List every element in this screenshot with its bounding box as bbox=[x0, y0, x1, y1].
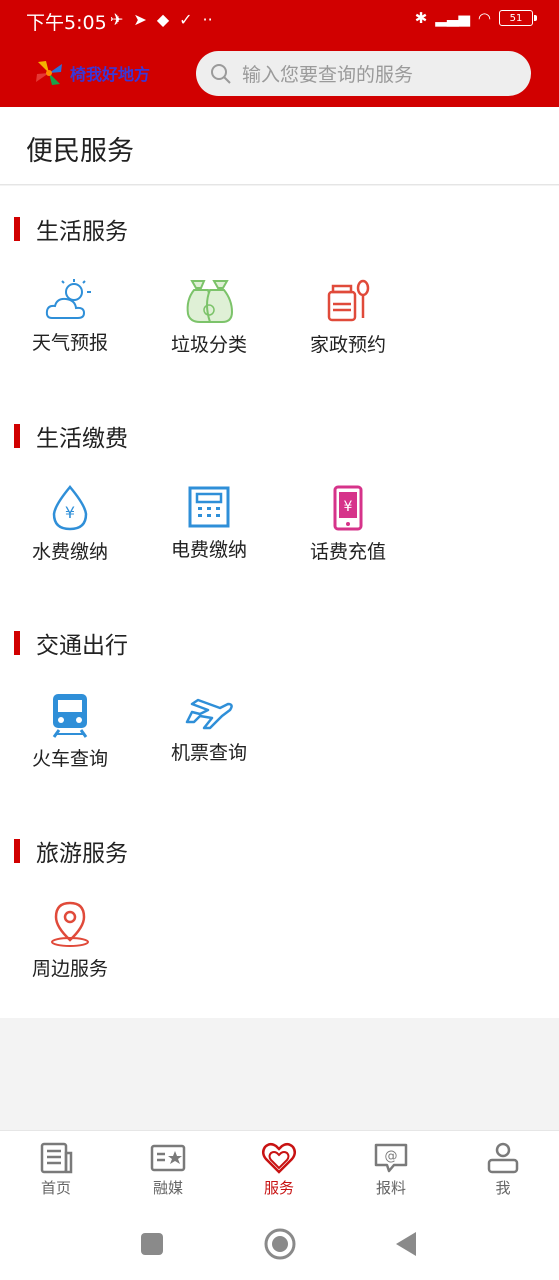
check-icon: ✓ bbox=[179, 10, 193, 29]
service-housekeeping[interactable]: 家政预约 bbox=[288, 278, 408, 357]
tab-media[interactable]: 融媒 bbox=[128, 1141, 208, 1198]
media-card-icon bbox=[150, 1144, 186, 1172]
section-title: 交通出行 bbox=[36, 633, 128, 659]
airplane-icon bbox=[185, 698, 233, 730]
service-label: 机票查询 bbox=[170, 742, 247, 764]
service-label: 话费充值 bbox=[309, 541, 386, 563]
service-water-bill[interactable]: ¥ 水费缴纳 bbox=[10, 485, 130, 564]
tab-label: 报料 bbox=[375, 1179, 406, 1197]
tab-label: 我 bbox=[495, 1179, 511, 1197]
status-time: 下午5:05 bbox=[26, 12, 107, 34]
system-icons: ✱ ▂▃▅ ◠ 51 bbox=[414, 9, 537, 27]
section-accent-bar bbox=[14, 631, 20, 655]
train-icon bbox=[52, 694, 88, 738]
page-title-bar: 便民服务 bbox=[0, 107, 559, 185]
svg-text:¥: ¥ bbox=[65, 503, 75, 522]
svg-text:¥: ¥ bbox=[344, 499, 353, 515]
tab-label: 服务 bbox=[263, 1179, 294, 1197]
tab-me[interactable]: 我 bbox=[463, 1141, 543, 1198]
water-drop-icon: ¥ bbox=[52, 485, 88, 531]
news-icon bbox=[40, 1142, 73, 1174]
service-label: 水费缴纳 bbox=[31, 541, 108, 563]
service-electric-bill[interactable]: 电费缴纳 bbox=[149, 485, 269, 562]
service-label: 家政预约 bbox=[309, 334, 386, 356]
tab-home[interactable]: 首页 bbox=[16, 1141, 96, 1198]
battery-icon: 51 bbox=[499, 10, 537, 26]
tab-label: 融媒 bbox=[152, 1179, 183, 1197]
phone-recharge-icon: ¥ bbox=[333, 485, 363, 531]
mute-icon: ✈ bbox=[110, 10, 124, 29]
section-header: 生活服务 bbox=[14, 212, 128, 246]
search-input[interactable]: 输入您要查询的服务 bbox=[196, 51, 531, 96]
tab-report[interactable]: @ 报料 bbox=[351, 1141, 431, 1198]
weather-icon bbox=[45, 279, 91, 319]
section-title: 旅游服务 bbox=[36, 841, 128, 867]
housekeeping-icon bbox=[327, 279, 370, 322]
more-dots-icon: ·· bbox=[202, 10, 213, 29]
service-label: 火车查询 bbox=[31, 748, 108, 770]
tab-services[interactable]: 服务 bbox=[239, 1141, 319, 1198]
section-header: 交通出行 bbox=[14, 626, 128, 660]
bottom-tab-bar: 首页 融媒 服务 @ 报料 我 bbox=[0, 1130, 559, 1212]
search-icon bbox=[211, 63, 231, 84]
service-weather[interactable]: 天气预报 bbox=[10, 278, 130, 355]
telegram-icon: ➤ bbox=[133, 10, 147, 29]
electric-meter-icon bbox=[188, 486, 230, 528]
notification-icons: ✈ ➤ ◆ ✓ ·· bbox=[110, 10, 213, 29]
wifi-icon: ◠ bbox=[477, 9, 491, 27]
app-header: 下午5:05 ✈ ➤ ◆ ✓ ·· ✱ ▂▃▅ ◠ 51 椅我好地方 输入您要查… bbox=[0, 0, 559, 107]
service-phone-recharge[interactable]: ¥ 话费充值 bbox=[288, 485, 408, 564]
section-title: 生活缴费 bbox=[36, 426, 128, 452]
service-label: 天气预报 bbox=[31, 332, 108, 354]
section-accent-bar bbox=[14, 839, 20, 863]
svg-text:@: @ bbox=[385, 1149, 398, 1164]
service-train[interactable]: 火车查询 bbox=[10, 692, 130, 771]
status-bar: 下午5:05 ✈ ➤ ◆ ✓ ·· ✱ ▂▃▅ ◠ 51 bbox=[0, 0, 559, 42]
home-button[interactable] bbox=[263, 1227, 297, 1261]
app-logo[interactable]: 椅我好地方 bbox=[32, 58, 150, 88]
service-flight[interactable]: 机票查询 bbox=[149, 692, 269, 765]
service-garbage[interactable]: 垃圾分类 bbox=[149, 278, 269, 357]
recent-apps-button[interactable] bbox=[140, 1232, 164, 1256]
system-navigation-bar bbox=[0, 1212, 559, 1280]
pinwheel-logo-icon bbox=[32, 58, 66, 88]
heart-icon bbox=[262, 1143, 296, 1174]
section-title: 生活服务 bbox=[36, 219, 128, 245]
service-label: 周边服务 bbox=[31, 958, 108, 980]
location-pin-icon bbox=[51, 901, 89, 947]
service-nearby[interactable]: 周边服务 bbox=[10, 900, 130, 981]
logo-text: 椅我好地方 bbox=[70, 65, 151, 84]
battery-level: 51 bbox=[509, 12, 523, 24]
section-header: 旅游服务 bbox=[14, 834, 128, 868]
tab-label: 首页 bbox=[40, 1179, 71, 1197]
section-accent-bar bbox=[14, 424, 20, 448]
services-content: 生活服务 天气预报 垃圾分类 家政预约 生活缴费 ¥ 水费缴纳 电费缴纳 ¥ 话… bbox=[0, 186, 559, 1018]
user-icon bbox=[487, 1142, 519, 1174]
section-header: 生活缴费 bbox=[14, 419, 128, 453]
signal-icon: ▂▃▅ bbox=[435, 9, 470, 27]
service-label: 垃圾分类 bbox=[170, 334, 247, 356]
back-button[interactable] bbox=[394, 1230, 418, 1258]
report-bubble-icon: @ bbox=[374, 1143, 408, 1173]
garbage-bags-icon bbox=[186, 280, 234, 323]
search-placeholder: 输入您要查询的服务 bbox=[242, 64, 414, 86]
bluetooth-icon: ✱ bbox=[414, 9, 428, 27]
section-accent-bar bbox=[14, 217, 20, 241]
page-title: 便民服务 bbox=[26, 136, 134, 167]
chat-icon: ◆ bbox=[156, 10, 170, 29]
service-label: 电费缴纳 bbox=[170, 539, 247, 561]
